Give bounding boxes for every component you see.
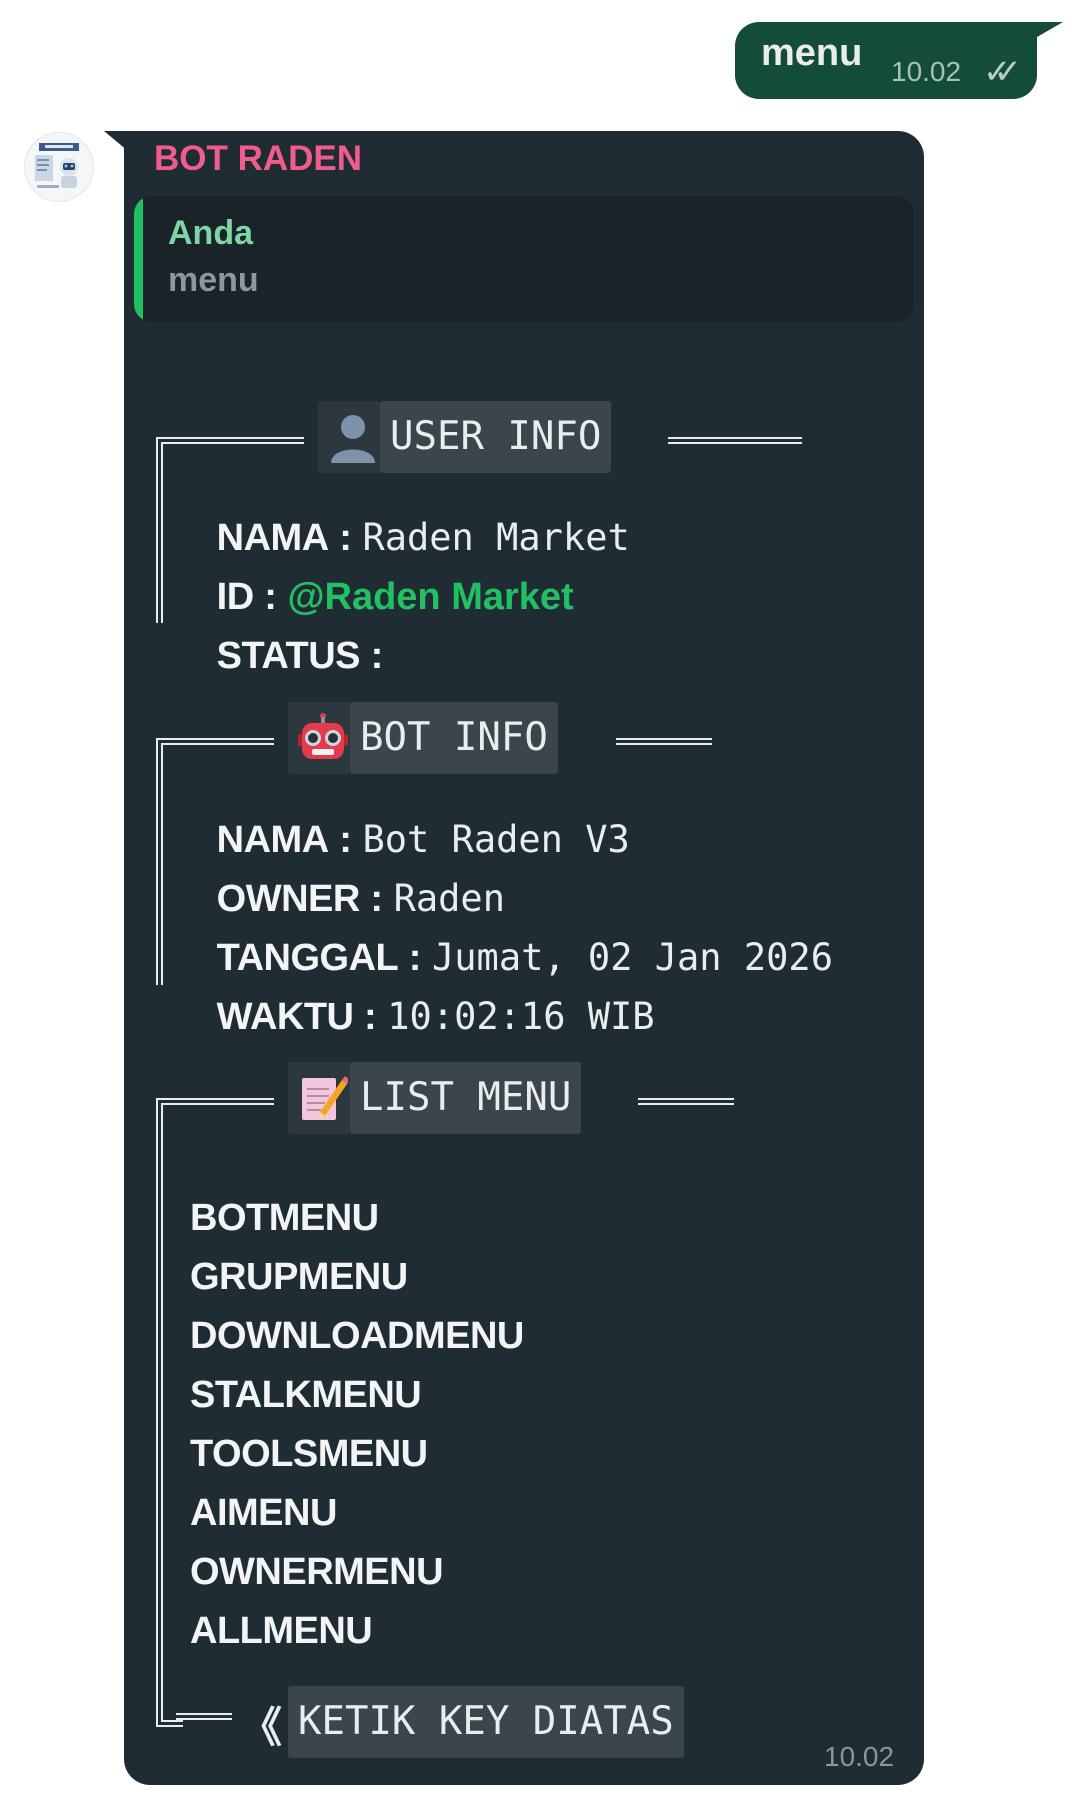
list-menu-header: LIST MENU [350, 1062, 582, 1134]
menu-item-toolsmenu[interactable]: TOOLSMENU [190, 1426, 428, 1482]
menu-item-botmenu[interactable]: BOTMENU [190, 1190, 379, 1246]
double-arrow-icon: 《 [240, 1703, 283, 1752]
menu-item-grupmenu[interactable]: GRUPMENU [190, 1249, 408, 1305]
outgoing-message[interactable]: menu 10.02 ✓✓ [735, 22, 1037, 99]
quoted-message[interactable]: Anda menu [134, 196, 914, 322]
menu-item-allmenu[interactable]: ALLMENU [190, 1603, 373, 1659]
field-label: WAKTU [216, 996, 354, 1038]
list-menu-icon-box [288, 1062, 350, 1134]
outgoing-message-time: 10.02 [891, 56, 962, 87]
avatar[interactable] [24, 132, 94, 202]
menu-item-downloadmenu[interactable]: DOWNLOADMENU [190, 1308, 524, 1364]
menu-item-aimenu[interactable]: AIMENU [190, 1485, 337, 1541]
box-line [638, 1098, 734, 1112]
menu-item-stalkmenu[interactable]: STALKMENU [190, 1367, 422, 1423]
footer-instruction: KETIK KEY DIATAS [288, 1686, 684, 1758]
box-line [176, 437, 304, 451]
incoming-message[interactable]: BOT RADEN Anda menu USER INFO NAMA : Rad… [124, 131, 924, 1785]
box-line [176, 738, 274, 752]
field-value: 10:02:16 WIB [387, 995, 655, 1038]
memo-icon [302, 1076, 348, 1120]
box-line [176, 1713, 232, 1727]
box-line [616, 738, 712, 752]
box-line-vertical [156, 1123, 170, 1700]
incoming-message-time: 10.02 [824, 1741, 895, 1772]
double-check-icon: ✓✓ [983, 53, 1022, 91]
quote-text: menu [168, 261, 259, 299]
box-line-vertical [156, 461, 170, 623]
box-line [668, 437, 802, 451]
field-label: STATUS [216, 635, 361, 677]
menu-item-ownermenu[interactable]: OWNERMENU [190, 1544, 444, 1600]
quote-accent-bar [134, 196, 143, 322]
box-line [176, 1098, 274, 1112]
box-line-vertical [156, 763, 170, 985]
quote-author: Anda [168, 214, 253, 252]
outgoing-message-text: menu [761, 32, 863, 74]
sender-name[interactable]: BOT RADEN [154, 139, 362, 179]
